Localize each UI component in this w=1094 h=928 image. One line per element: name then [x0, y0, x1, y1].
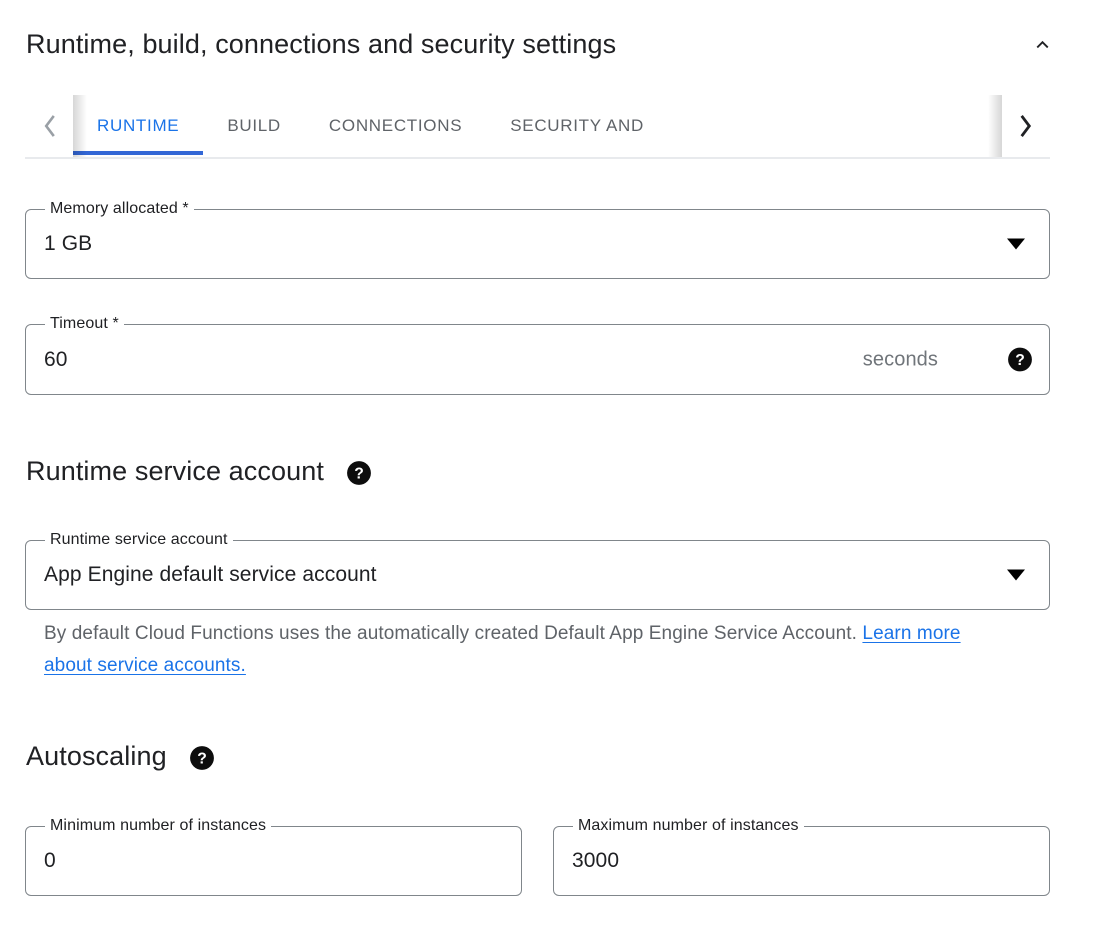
runtime-service-account-heading: Runtime service account ?	[26, 454, 368, 488]
page-title: Runtime, build, connections and security…	[26, 27, 616, 61]
tabs-divider	[25, 157, 1050, 159]
max-instances-input[interactable]: Maximum number of instances 3000	[553, 826, 1050, 896]
tab-label: SECURITY AND	[510, 116, 644, 136]
tab-runtime[interactable]: RUNTIME	[73, 97, 203, 155]
tab-label: BUILD	[227, 116, 281, 136]
runtime-service-account-select[interactable]: Runtime service account App Engine defau…	[25, 540, 1050, 610]
tab-label: RUNTIME	[97, 116, 179, 136]
section-title: Autoscaling	[26, 739, 167, 773]
runtime-service-account-value: App Engine default service account	[44, 562, 377, 588]
tab-build[interactable]: BUILD	[203, 97, 305, 155]
tabs-scroll-next-button[interactable]	[1002, 95, 1050, 157]
caret-down-icon[interactable]	[1007, 239, 1025, 250]
tabs-list: RUNTIME BUILD CONNECTIONS SECURITY AND	[73, 95, 1002, 157]
memory-allocated-label: Memory allocated *	[45, 199, 194, 219]
field-outline	[25, 209, 1050, 279]
caret-down-icon[interactable]	[1007, 570, 1025, 581]
svg-text:?: ?	[1015, 352, 1025, 369]
help-icon[interactable]: ?	[189, 745, 211, 767]
svg-text:?: ?	[354, 466, 364, 483]
min-instances-input[interactable]: Minimum number of instances 0	[25, 826, 522, 896]
tab-label: CONNECTIONS	[329, 116, 462, 136]
timeout-value[interactable]: 60	[44, 347, 68, 373]
collapse-panel-button[interactable]	[1024, 26, 1060, 62]
runtime-settings-panel: Runtime, build, connections and security…	[0, 0, 1094, 928]
chevron-up-icon	[1034, 36, 1051, 53]
memory-allocated-value: 1 GB	[44, 231, 92, 257]
runtime-service-account-label: Runtime service account	[45, 530, 233, 550]
timeout-input[interactable]: Timeout * 60 seconds ?	[25, 324, 1050, 395]
tab-connections[interactable]: CONNECTIONS	[305, 97, 486, 155]
field-outline	[25, 826, 522, 896]
hint-text: By default Cloud Functions uses the auto…	[44, 623, 862, 644]
settings-tab-bar: RUNTIME BUILD CONNECTIONS SECURITY AND	[25, 95, 1050, 159]
min-instances-label: Minimum number of instances	[45, 816, 271, 836]
max-instances-value[interactable]: 3000	[572, 848, 619, 874]
chevron-left-icon	[39, 111, 59, 141]
max-instances-label: Maximum number of instances	[573, 816, 804, 836]
timeout-help-button[interactable]: ?	[1007, 346, 1029, 373]
help-icon: ?	[1007, 346, 1029, 368]
section-title: Runtime service account	[26, 454, 324, 488]
service-account-hint: By default Cloud Functions uses the auto…	[44, 618, 1004, 682]
autoscaling-heading: Autoscaling ?	[26, 739, 211, 773]
timeout-label: Timeout *	[45, 314, 124, 334]
field-outline	[553, 826, 1050, 896]
min-instances-value[interactable]: 0	[44, 848, 56, 874]
tab-security-and-image-repo[interactable]: SECURITY AND	[486, 97, 668, 155]
tabs-scroll-prev-button[interactable]	[25, 95, 73, 157]
svg-text:?: ?	[197, 751, 207, 768]
timeout-unit-suffix: seconds	[863, 348, 938, 371]
panel-header: Runtime, build, connections and security…	[0, 0, 1094, 88]
tabs-viewport: RUNTIME BUILD CONNECTIONS SECURITY AND	[73, 95, 1002, 157]
memory-allocated-select[interactable]: Memory allocated * 1 GB	[25, 209, 1050, 279]
help-icon[interactable]: ?	[346, 460, 368, 482]
chevron-right-icon	[1016, 111, 1036, 141]
